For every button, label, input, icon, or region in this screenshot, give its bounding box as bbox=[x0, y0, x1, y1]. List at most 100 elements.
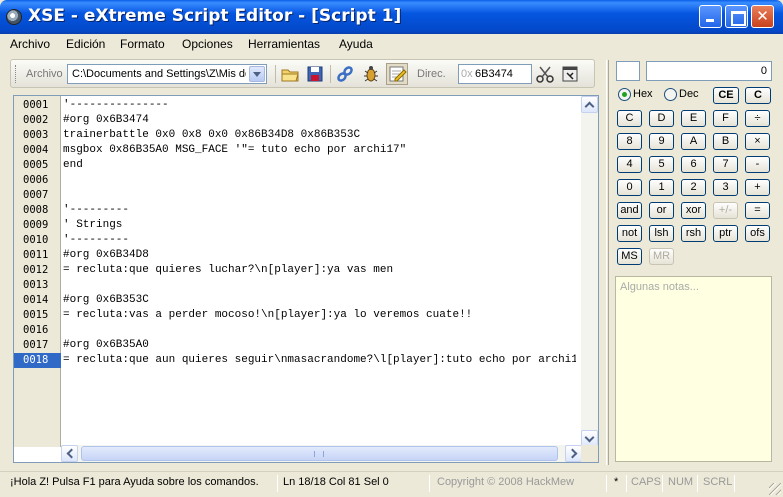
key-negate[interactable]: +/- bbox=[713, 202, 738, 219]
debug-bug-icon[interactable] bbox=[360, 63, 382, 85]
memory-store-button[interactable]: MS bbox=[617, 248, 642, 265]
toolbar-grip[interactable] bbox=[15, 65, 18, 83]
code-line[interactable]: #org 0x6B34D8 bbox=[63, 248, 576, 263]
window-title: XSE - eXtreme Script Editor - [Script 1] bbox=[28, 6, 402, 26]
key-8[interactable]: 8 bbox=[617, 133, 642, 150]
menu-edicion[interactable]: Edición bbox=[66, 37, 105, 51]
scroll-right-icon[interactable] bbox=[565, 445, 582, 462]
code-line-active[interactable]: = recluta:que aun quieres seguir\nmasacr… bbox=[63, 353, 576, 368]
direc-label: Direc. bbox=[417, 68, 446, 80]
key-or[interactable]: or bbox=[649, 202, 674, 219]
address-prefix: 0x bbox=[461, 68, 473, 80]
key-lsh[interactable]: lsh bbox=[649, 225, 674, 242]
key-b[interactable]: B bbox=[713, 133, 738, 150]
key-divide[interactable]: ÷ bbox=[745, 110, 770, 127]
scissors-icon[interactable] bbox=[534, 63, 556, 85]
vertical-scrollbar[interactable] bbox=[581, 96, 598, 447]
horizontal-scroll-thumb[interactable] bbox=[81, 446, 558, 461]
menu-ayuda[interactable]: Ayuda bbox=[339, 37, 373, 51]
hex-radio[interactable] bbox=[618, 88, 631, 101]
code-line[interactable] bbox=[63, 173, 576, 188]
key-0[interactable]: 0 bbox=[617, 179, 642, 196]
open-folder-icon[interactable] bbox=[279, 63, 301, 85]
key-c[interactable]: C bbox=[617, 110, 642, 127]
dec-radio[interactable] bbox=[664, 88, 677, 101]
menu-herramientas[interactable]: Herramientas bbox=[248, 37, 320, 51]
scroll-up-icon[interactable] bbox=[581, 96, 598, 113]
notes-pad-icon[interactable] bbox=[386, 63, 408, 85]
close-button[interactable]: ✕ bbox=[751, 5, 774, 28]
code-line[interactable]: #org 0x6B35A0 bbox=[63, 338, 576, 353]
key-9[interactable]: 9 bbox=[649, 133, 674, 150]
code-line[interactable]: '--------- bbox=[63, 233, 576, 248]
menu-archivo[interactable]: Archivo bbox=[10, 37, 50, 51]
key-rsh[interactable]: rsh bbox=[681, 225, 706, 242]
status-copyright: Copyright © 2008 HackMew bbox=[437, 476, 575, 488]
file-path-combo[interactable]: C:\Documents and Settings\Z\Mis document… bbox=[67, 64, 267, 84]
file-path-value: C:\Documents and Settings\Z\Mis document… bbox=[72, 68, 246, 80]
code-line[interactable] bbox=[63, 323, 576, 338]
status-separator bbox=[697, 475, 698, 492]
code-line[interactable]: #org 0x6B353C bbox=[63, 293, 576, 308]
clear-button[interactable]: C bbox=[745, 87, 771, 104]
key-2[interactable]: 2 bbox=[681, 179, 706, 196]
key-equals[interactable]: = bbox=[745, 202, 770, 219]
key-not[interactable]: not bbox=[617, 225, 642, 242]
key-ptr[interactable]: ptr bbox=[713, 225, 738, 242]
key-e[interactable]: E bbox=[681, 110, 706, 127]
memory-recall-button[interactable]: MR bbox=[649, 248, 674, 265]
hex-label: Hex bbox=[633, 88, 653, 100]
key-d[interactable]: D bbox=[649, 110, 674, 127]
key-7[interactable]: 7 bbox=[713, 156, 738, 173]
horizontal-scrollbar[interactable] bbox=[61, 445, 582, 462]
key-6[interactable]: 6 bbox=[681, 156, 706, 173]
key-plus[interactable]: + bbox=[745, 179, 770, 196]
status-position: Ln 18/18 Col 81 Sel 0 bbox=[283, 476, 389, 488]
menu-opciones[interactable]: Opciones bbox=[182, 37, 233, 51]
key-3[interactable]: 3 bbox=[713, 179, 738, 196]
panel-splitter[interactable] bbox=[606, 60, 609, 465]
address-input[interactable]: 0x 6B3474 bbox=[458, 64, 532, 84]
key-minus[interactable]: - bbox=[745, 156, 770, 173]
code-line[interactable]: '--------- bbox=[63, 203, 576, 218]
code-line[interactable]: '--------------- bbox=[63, 98, 576, 113]
calculator-display[interactable]: 0 bbox=[646, 61, 772, 81]
notes-area[interactable]: Algunas notas... bbox=[615, 276, 772, 462]
key-a[interactable]: A bbox=[681, 133, 706, 150]
compile-link-icon[interactable] bbox=[334, 63, 356, 85]
key-f[interactable]: F bbox=[713, 110, 738, 127]
maximize-button[interactable] bbox=[725, 5, 748, 28]
line-number: 0008 bbox=[23, 204, 49, 216]
key-4[interactable]: 4 bbox=[617, 156, 642, 173]
code-line[interactable]: trainerbattle 0x0 0x8 0x0 0x86B34D8 0x86… bbox=[63, 128, 576, 143]
script-editor[interactable]: 0001 0002 0003 0004 0005 0006 0007 0008 … bbox=[13, 95, 599, 463]
code-line[interactable]: ' Strings bbox=[63, 218, 576, 233]
save-icon[interactable] bbox=[304, 63, 326, 85]
title-bar[interactable]: XSE - eXtreme Script Editor - [Script 1]… bbox=[0, 0, 783, 34]
code-line[interactable]: end bbox=[63, 158, 576, 173]
resize-grip-icon[interactable] bbox=[769, 483, 781, 495]
window-tool-icon[interactable] bbox=[559, 63, 581, 85]
code-line[interactable]: msgbox 0x86B35A0 MSG_FACE '"= tuto echo … bbox=[63, 143, 576, 158]
code-line[interactable] bbox=[63, 188, 576, 203]
chevron-down-icon[interactable] bbox=[249, 66, 265, 82]
ce-button[interactable]: CE bbox=[713, 87, 739, 104]
code-line[interactable]: #org 0x6B3474 bbox=[63, 113, 576, 128]
status-separator bbox=[429, 475, 430, 492]
address-value: 6B3474 bbox=[475, 68, 513, 80]
key-and[interactable]: and bbox=[617, 202, 642, 219]
minimize-button[interactable] bbox=[699, 5, 722, 28]
menu-formato[interactable]: Formato bbox=[120, 37, 165, 51]
key-multiply[interactable]: × bbox=[745, 133, 770, 150]
code-line[interactable]: = recluta:que quieres luchar?\n[player]:… bbox=[63, 263, 576, 278]
scroll-left-icon[interactable] bbox=[61, 445, 78, 462]
key-ofs[interactable]: ofs bbox=[745, 225, 770, 242]
app-icon[interactable] bbox=[6, 9, 22, 25]
line-number: 0017 bbox=[23, 339, 49, 351]
code-line[interactable] bbox=[63, 278, 576, 293]
key-5[interactable]: 5 bbox=[649, 156, 674, 173]
code-line[interactable]: = recluta:vas a perder mocoso!\n[player]… bbox=[63, 308, 576, 323]
key-1[interactable]: 1 bbox=[649, 179, 674, 196]
key-xor[interactable]: xor bbox=[681, 202, 706, 219]
line-number: 0001 bbox=[23, 99, 49, 111]
